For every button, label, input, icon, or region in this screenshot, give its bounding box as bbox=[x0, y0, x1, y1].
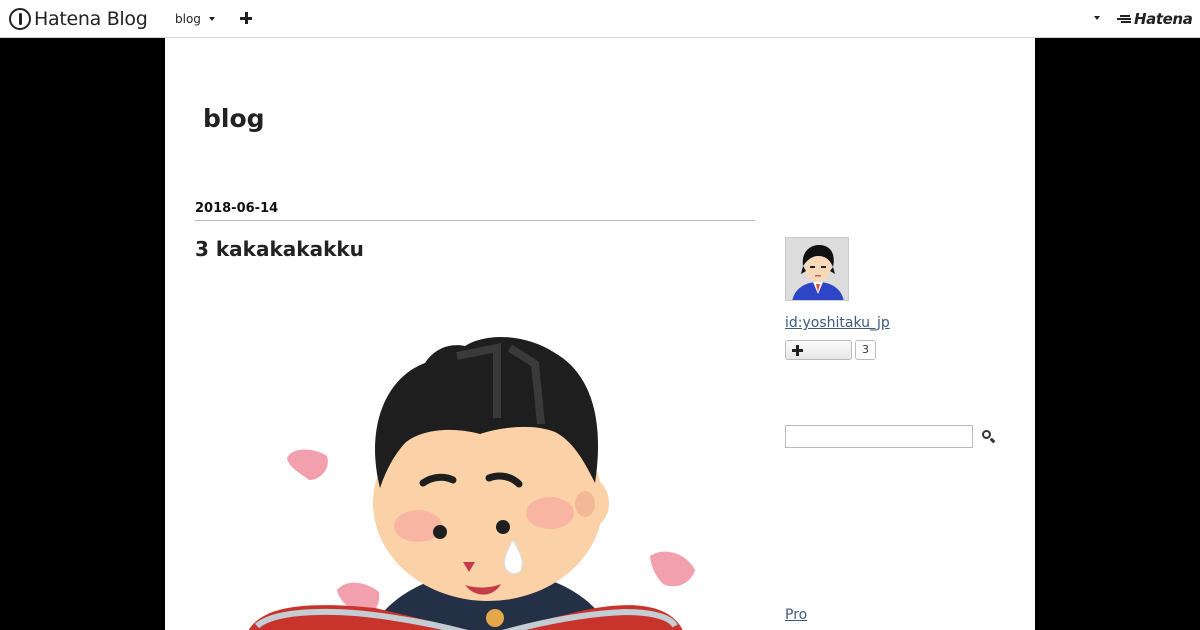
profile-avatar[interactable] bbox=[785, 237, 849, 301]
hatena-label: Hatena bbox=[1134, 10, 1193, 28]
follow-button[interactable] bbox=[785, 340, 852, 360]
entry-date[interactable]: 2018-06-14 bbox=[195, 201, 755, 221]
user-avatar-icon bbox=[786, 238, 848, 300]
chevron-down-icon bbox=[1094, 16, 1100, 20]
blog-container: blog 2018-06-14 3 kakakakakku id:yoshita… bbox=[165, 38, 1035, 630]
hatena-bird-icon bbox=[1117, 14, 1133, 24]
entry-illustration bbox=[248, 336, 695, 630]
hatena-blog-brand[interactable]: Hatena Blog bbox=[9, 7, 148, 31]
blog-switcher[interactable]: blog bbox=[175, 11, 215, 27]
entry-title[interactable]: 3 kakakakakku bbox=[195, 236, 364, 262]
search-icon[interactable] bbox=[981, 429, 997, 445]
pro-link[interactable]: Pro bbox=[785, 606, 807, 624]
new-entry-plus-icon[interactable] bbox=[240, 12, 252, 24]
brand-name: Hatena Blog bbox=[34, 8, 148, 30]
follow-count[interactable]: 3 bbox=[855, 340, 876, 360]
profile-id-link[interactable]: id:yoshitaku_jp bbox=[785, 314, 890, 332]
blog-switcher-label: blog bbox=[175, 12, 201, 26]
chevron-down-icon bbox=[208, 17, 215, 21]
hatena-link[interactable]: Hatena bbox=[1117, 10, 1193, 28]
blog-title[interactable]: blog bbox=[203, 104, 265, 134]
user-menu-toggle[interactable] bbox=[1094, 16, 1100, 20]
global-header: Hatena Blog blog Hatena bbox=[0, 0, 1200, 38]
search-input[interactable] bbox=[785, 425, 973, 448]
hatena-blog-logo-icon bbox=[9, 8, 31, 30]
